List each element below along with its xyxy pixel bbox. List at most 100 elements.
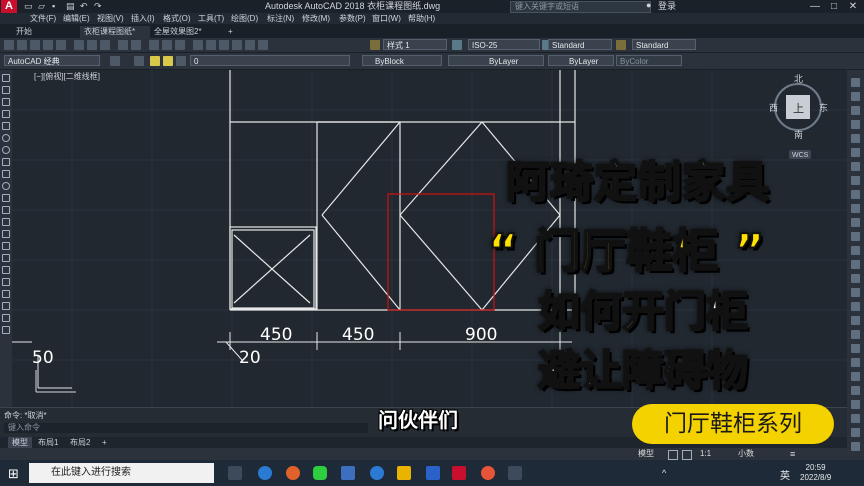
dimension-diameter-icon[interactable]	[851, 204, 860, 213]
zoom-icon[interactable]	[162, 40, 172, 50]
camera-app-icon[interactable]	[508, 466, 522, 480]
tab-model[interactable]: 模型	[8, 437, 32, 448]
save-icon[interactable]	[30, 40, 40, 50]
dimension-angular-icon[interactable]	[851, 218, 860, 227]
annotation-scale[interactable]: 1:1	[700, 448, 711, 460]
orbit-icon[interactable]	[851, 120, 860, 129]
multileader-style-select[interactable]: Standard	[632, 39, 696, 50]
menu-edit[interactable]: 编辑(E)	[63, 13, 90, 24]
add-layout-button[interactable]: +	[98, 437, 111, 448]
save-icon[interactable]: ▪	[52, 1, 55, 11]
dimension-radius-icon[interactable]	[851, 190, 860, 199]
text-style-select[interactable]: 样式 1	[383, 39, 447, 50]
menu-window[interactable]: 窗口(W)	[372, 13, 401, 24]
showmotion-icon[interactable]	[851, 134, 860, 143]
new-icon[interactable]	[4, 40, 14, 50]
lineweight-select[interactable]: ByLayer	[548, 55, 614, 66]
layer-select[interactable]: 0	[190, 55, 350, 66]
quick-dimension-icon[interactable]	[851, 232, 860, 241]
grid-toggle-icon[interactable]	[668, 450, 678, 460]
viewcube-north-label[interactable]: 北	[794, 74, 803, 84]
ellipse-arc-icon[interactable]	[2, 194, 10, 202]
properties-icon[interactable]	[193, 40, 203, 50]
nav-wheel-icon[interactable]	[851, 78, 860, 87]
tab-wardrobe-drawing[interactable]: 衣柜课程图纸*	[80, 26, 150, 38]
tab-layout1[interactable]: 布局1	[34, 437, 62, 448]
space-icon[interactable]	[851, 414, 860, 423]
word-icon[interactable]	[426, 466, 440, 480]
redo-icon[interactable]: ↷	[94, 1, 102, 12]
lock-icon[interactable]	[176, 56, 186, 66]
open-file-icon[interactable]: ▱	[38, 1, 45, 12]
center-mark-icon[interactable]	[851, 288, 860, 297]
gradient-icon[interactable]	[2, 254, 10, 262]
preview-icon[interactable]	[56, 40, 66, 50]
tray-chevron-icon[interactable]: ^	[662, 468, 666, 478]
calculator-icon[interactable]	[258, 40, 268, 50]
browser-icon[interactable]	[370, 466, 384, 480]
wechat-icon[interactable]	[313, 466, 327, 480]
pan-icon[interactable]	[149, 40, 159, 50]
viewport-controls[interactable]: [−][俯视][二维线框]	[34, 71, 100, 82]
override-icon[interactable]	[851, 442, 860, 451]
menu-view[interactable]: 视图(V)	[97, 13, 124, 24]
gear-icon[interactable]	[110, 56, 120, 66]
autocad-taskbar-icon[interactable]	[452, 466, 466, 480]
rectangle-icon[interactable]	[2, 122, 10, 130]
dimension-edit-icon[interactable]	[851, 302, 860, 311]
dimension-aligned-icon[interactable]	[851, 162, 860, 171]
tool-palettes-icon[interactable]	[219, 40, 229, 50]
table-style-select[interactable]: Standard	[548, 39, 612, 50]
revision-cloud-icon[interactable]	[2, 158, 10, 166]
tolerance-icon[interactable]	[851, 274, 860, 283]
add-selected-icon[interactable]	[2, 302, 10, 310]
markup-icon[interactable]	[245, 40, 255, 50]
continue-icon[interactable]	[851, 260, 860, 269]
login-button[interactable]: 登录	[658, 0, 676, 13]
minimize-button[interactable]: —	[806, 0, 824, 13]
sun-icon[interactable]	[163, 56, 173, 66]
menu-insert[interactable]: 插入(I)	[131, 13, 155, 24]
menu-draw[interactable]: 绘图(D)	[231, 13, 258, 24]
linetype-select[interactable]: ByLayer	[448, 55, 544, 66]
dimension-style-icon[interactable]	[851, 330, 860, 339]
customize-icon[interactable]: ≡	[790, 448, 795, 460]
media-app-icon[interactable]	[481, 466, 495, 480]
print-icon[interactable]	[43, 40, 53, 50]
menu-format[interactable]: 格式(O)	[163, 13, 191, 24]
polygon-icon[interactable]	[2, 110, 10, 118]
baseline-icon[interactable]	[851, 246, 860, 255]
windows-start-icon[interactable]: ⊞	[8, 466, 19, 482]
file-explorer-icon[interactable]	[397, 466, 411, 480]
design-center-icon[interactable]	[206, 40, 216, 50]
snap-toggle-icon[interactable]	[682, 450, 692, 460]
maximize-button[interactable]: □	[825, 0, 843, 13]
circle-icon[interactable]	[2, 146, 10, 154]
viewcube-west-label[interactable]: 西	[769, 103, 778, 113]
menu-parametric[interactable]: 参数(P)	[339, 13, 366, 24]
copy-object-icon[interactable]	[2, 326, 10, 334]
spline-icon[interactable]	[2, 170, 10, 178]
search-input[interactable]: 键入关键字或短语	[510, 1, 651, 13]
tab-layout2[interactable]: 布局2	[66, 437, 94, 448]
polyline-icon[interactable]	[2, 98, 10, 106]
hatch-icon[interactable]	[2, 242, 10, 250]
dimension-arc-icon[interactable]	[851, 176, 860, 185]
close-button[interactable]: ✕	[844, 0, 862, 13]
dimension-update-icon[interactable]	[851, 316, 860, 325]
lightbulb-icon[interactable]	[150, 56, 160, 66]
viewcube[interactable]: 上 北 南 东 西 WCS	[769, 74, 828, 159]
reassociate-icon[interactable]	[851, 428, 860, 437]
erase-icon[interactable]	[2, 314, 10, 322]
jogged-icon[interactable]	[851, 372, 860, 381]
task-view-icon[interactable]	[228, 466, 242, 480]
wcs-label[interactable]: WCS	[792, 152, 809, 159]
menu-dimension[interactable]: 标注(N)	[267, 13, 294, 24]
sheet-set-icon[interactable]	[232, 40, 242, 50]
table-icon[interactable]	[2, 278, 10, 286]
viewcube-south-label[interactable]: 南	[794, 129, 803, 140]
layer-properties-icon[interactable]	[134, 56, 144, 66]
region-icon[interactable]	[2, 266, 10, 274]
color-select[interactable]: ByBlock	[362, 55, 442, 66]
plotstyle-select[interactable]: ByColor	[616, 55, 682, 66]
